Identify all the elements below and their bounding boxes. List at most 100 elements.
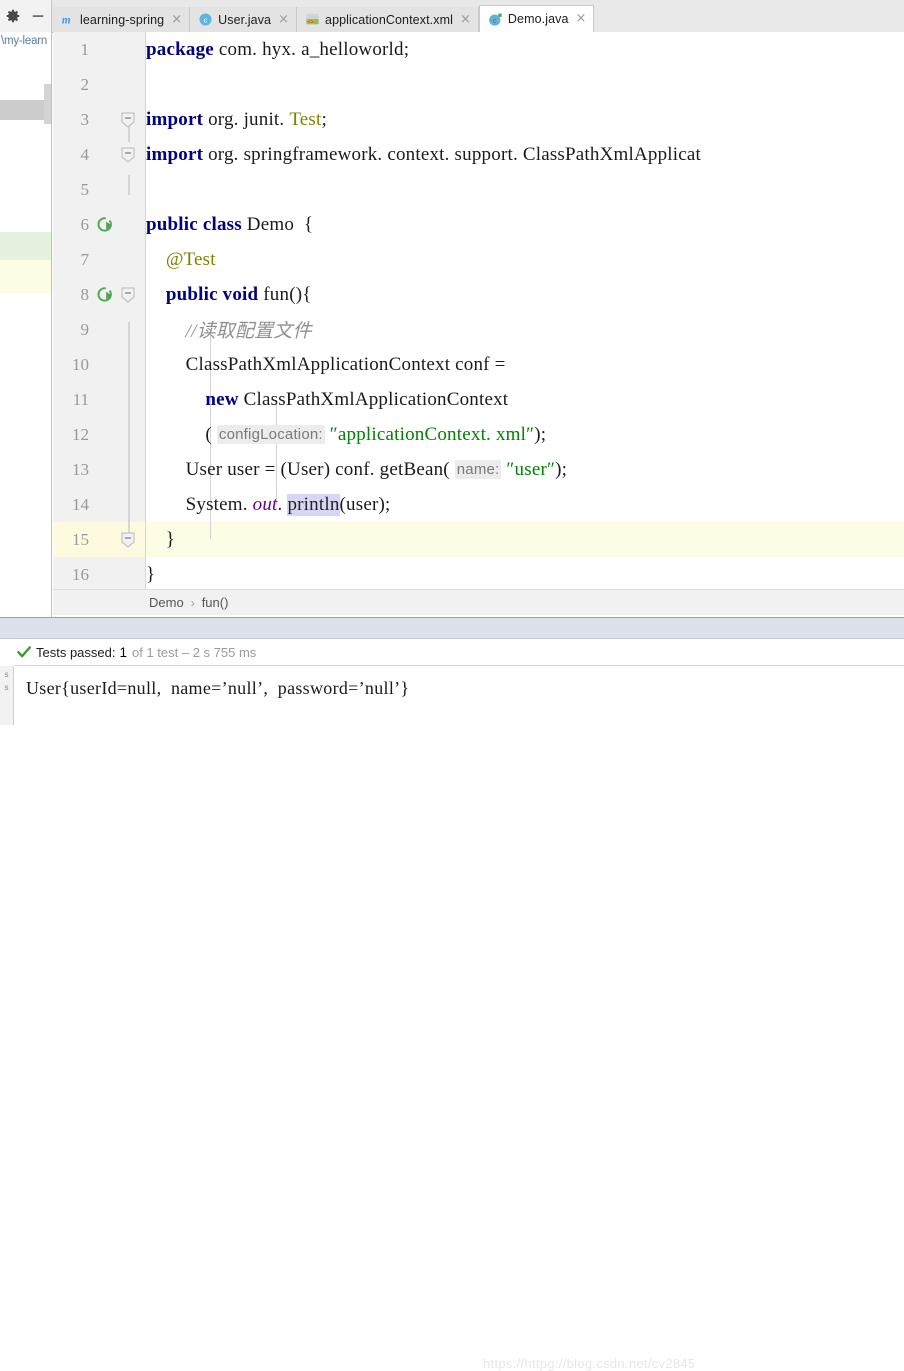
line-number: 7 (80, 249, 90, 269)
breadcrumb[interactable]: Demo › fun() (53, 589, 904, 615)
code-token-kw: new (205, 388, 239, 410)
gutter-row: 12 (53, 417, 145, 452)
gutter-run-slot-empty (95, 565, 115, 585)
run-test-icon[interactable] (95, 215, 115, 235)
gutter-fold-slot-empty (119, 319, 137, 341)
gutter-run-slot-empty (95, 495, 115, 515)
tab-label: learning-spring (80, 12, 165, 27)
gear-icon[interactable] (6, 9, 20, 23)
close-icon[interactable]: × (278, 13, 289, 26)
gutter-row: 13 (53, 452, 145, 487)
line-number: 15 (72, 529, 89, 549)
gutter-fold-slot-empty (119, 39, 137, 61)
tests-passed-detail: of 1 test – 2 s 755 ms (132, 644, 257, 660)
gutter-fold-slot-empty (119, 389, 137, 411)
project-tool-window[interactable]: \my-learn (0, 32, 52, 617)
gutter-row: 4 (53, 137, 145, 172)
tab-demo-java[interactable]: c Demo.java × (478, 5, 595, 32)
code-line[interactable]: @Test (146, 242, 216, 277)
gutter-fold-slot-empty (119, 354, 137, 376)
console-side-rail[interactable]: s s (0, 666, 14, 725)
code-line[interactable]: public class Demo { (146, 207, 313, 242)
gutter-row: 10 (53, 347, 145, 382)
gutter-run-slot-empty (95, 110, 115, 130)
code-token-kw: import (146, 108, 204, 130)
code-token-plain: } (146, 563, 156, 585)
code-line[interactable]: //读取配置文件 (146, 312, 312, 347)
code-token-plain: ( (146, 423, 217, 445)
gutter-row: 8 (53, 277, 145, 312)
line-number: 13 (72, 459, 89, 479)
gutter-fold-slot-empty (119, 74, 137, 96)
editor-tab-bar: m learning-spring × c User.java × <> app… (0, 0, 904, 33)
gutter-run-slot-empty (95, 530, 115, 550)
line-number: 2 (80, 74, 90, 94)
breadcrumb-method[interactable]: fun() (202, 595, 229, 610)
code-token-plain: Demo { (241, 213, 314, 235)
rail-label: s (4, 683, 9, 692)
code-text-area[interactable]: package com. hyx. a_helloworld;import or… (146, 32, 904, 589)
gutter-fold-slot-empty (119, 249, 137, 271)
svg-text:c: c (204, 16, 208, 25)
tab-user-java[interactable]: c User.java × (190, 7, 298, 32)
code-token-plain: ClassPathXmlApplicationContext conf = (146, 353, 506, 375)
code-editor[interactable]: 1 2 3 4 5 6 7 8 9 10 11 12 13 14 15 16 package com. hyx… (53, 32, 904, 589)
code-fold-collapse-icon[interactable] (119, 144, 137, 166)
tab-application-context-xml[interactable]: <> applicationContext.xml × (297, 7, 479, 32)
line-number: 16 (72, 564, 89, 584)
code-token-plain: ClassPathXmlApplicationContext (238, 388, 509, 410)
gutter-fold-slot-empty (119, 564, 137, 586)
code-token-plain: org. junit. (203, 108, 290, 130)
code-line[interactable]: import org. springframework. context. su… (146, 137, 701, 172)
code-line[interactable]: } (146, 522, 175, 557)
gutter-row: 5 (53, 172, 145, 207)
code-token-hint: configLocation: (216, 425, 325, 444)
minimize-icon[interactable] (31, 9, 45, 23)
gutter-row: 11 (53, 382, 145, 417)
run-test-icon[interactable] (95, 285, 115, 305)
close-icon[interactable]: × (460, 13, 471, 26)
breadcrumb-class[interactable]: Demo (149, 595, 184, 610)
code-line[interactable]: System. out. println (user); (146, 487, 391, 522)
close-icon[interactable]: × (171, 13, 182, 26)
tab-label: applicationContext.xml (325, 12, 453, 27)
tab-learning-spring[interactable]: m learning-spring × (52, 7, 191, 32)
code-line[interactable]: import org. junit. Test; (146, 102, 327, 137)
watermark-text: https://httpg://blog.csdn.net/cv2845 (483, 1356, 696, 1371)
gutter-row: 6 (53, 207, 145, 242)
code-token-str: ″applicationContext. xml″ (329, 423, 535, 445)
tab-label: Demo.java (507, 12, 569, 26)
code-token-plain: } (146, 528, 176, 550)
code-line[interactable]: ( configLocation: ″applicationContext. x… (146, 417, 546, 452)
run-tool-window-header[interactable] (0, 617, 904, 639)
code-fold-collapse-icon[interactable] (119, 284, 137, 306)
gutter-row: 3 (53, 102, 145, 137)
svg-text:m: m (62, 15, 71, 27)
gutter-fold-slot-empty (119, 179, 137, 201)
close-icon[interactable]: × (576, 12, 587, 25)
code-line[interactable]: User user = (User) conf. getBean( name: … (146, 452, 567, 487)
gutter-run-slot-empty (95, 460, 115, 480)
code-token-plain: System. (146, 493, 253, 515)
open-file-tabs: m learning-spring × c User.java × <> app… (52, 0, 904, 32)
gutter-run-slot-empty (95, 180, 115, 200)
gutter-row: 9 (53, 312, 145, 347)
console-output-panel[interactable]: s s User{userId=null, name=’null’, passw… (0, 666, 904, 1371)
project-scrollbar[interactable] (44, 84, 51, 124)
gutter-row: 1 (53, 32, 145, 67)
gutter-run-slot-empty (95, 250, 115, 270)
code-line[interactable]: new ClassPathXmlApplicationContext (146, 382, 508, 417)
java-test-class-icon: c (488, 12, 503, 27)
code-fold-collapse-icon[interactable] (119, 529, 137, 551)
rail-label: s (4, 670, 9, 679)
code-line[interactable]: } (146, 557, 155, 589)
window-tool-buttons (0, 0, 52, 32)
gutter-row: 14 (53, 487, 145, 522)
code-line[interactable]: ClassPathXmlApplicationContext conf = (146, 347, 506, 382)
gutter-run-slot-empty (95, 355, 115, 375)
code-line[interactable]: package com. hyx. a_helloworld; (146, 32, 409, 67)
code-line[interactable]: public void fun(){ (146, 277, 312, 312)
code-fold-collapse-icon[interactable] (119, 109, 137, 131)
project-path-label: \my-learn (1, 35, 48, 47)
